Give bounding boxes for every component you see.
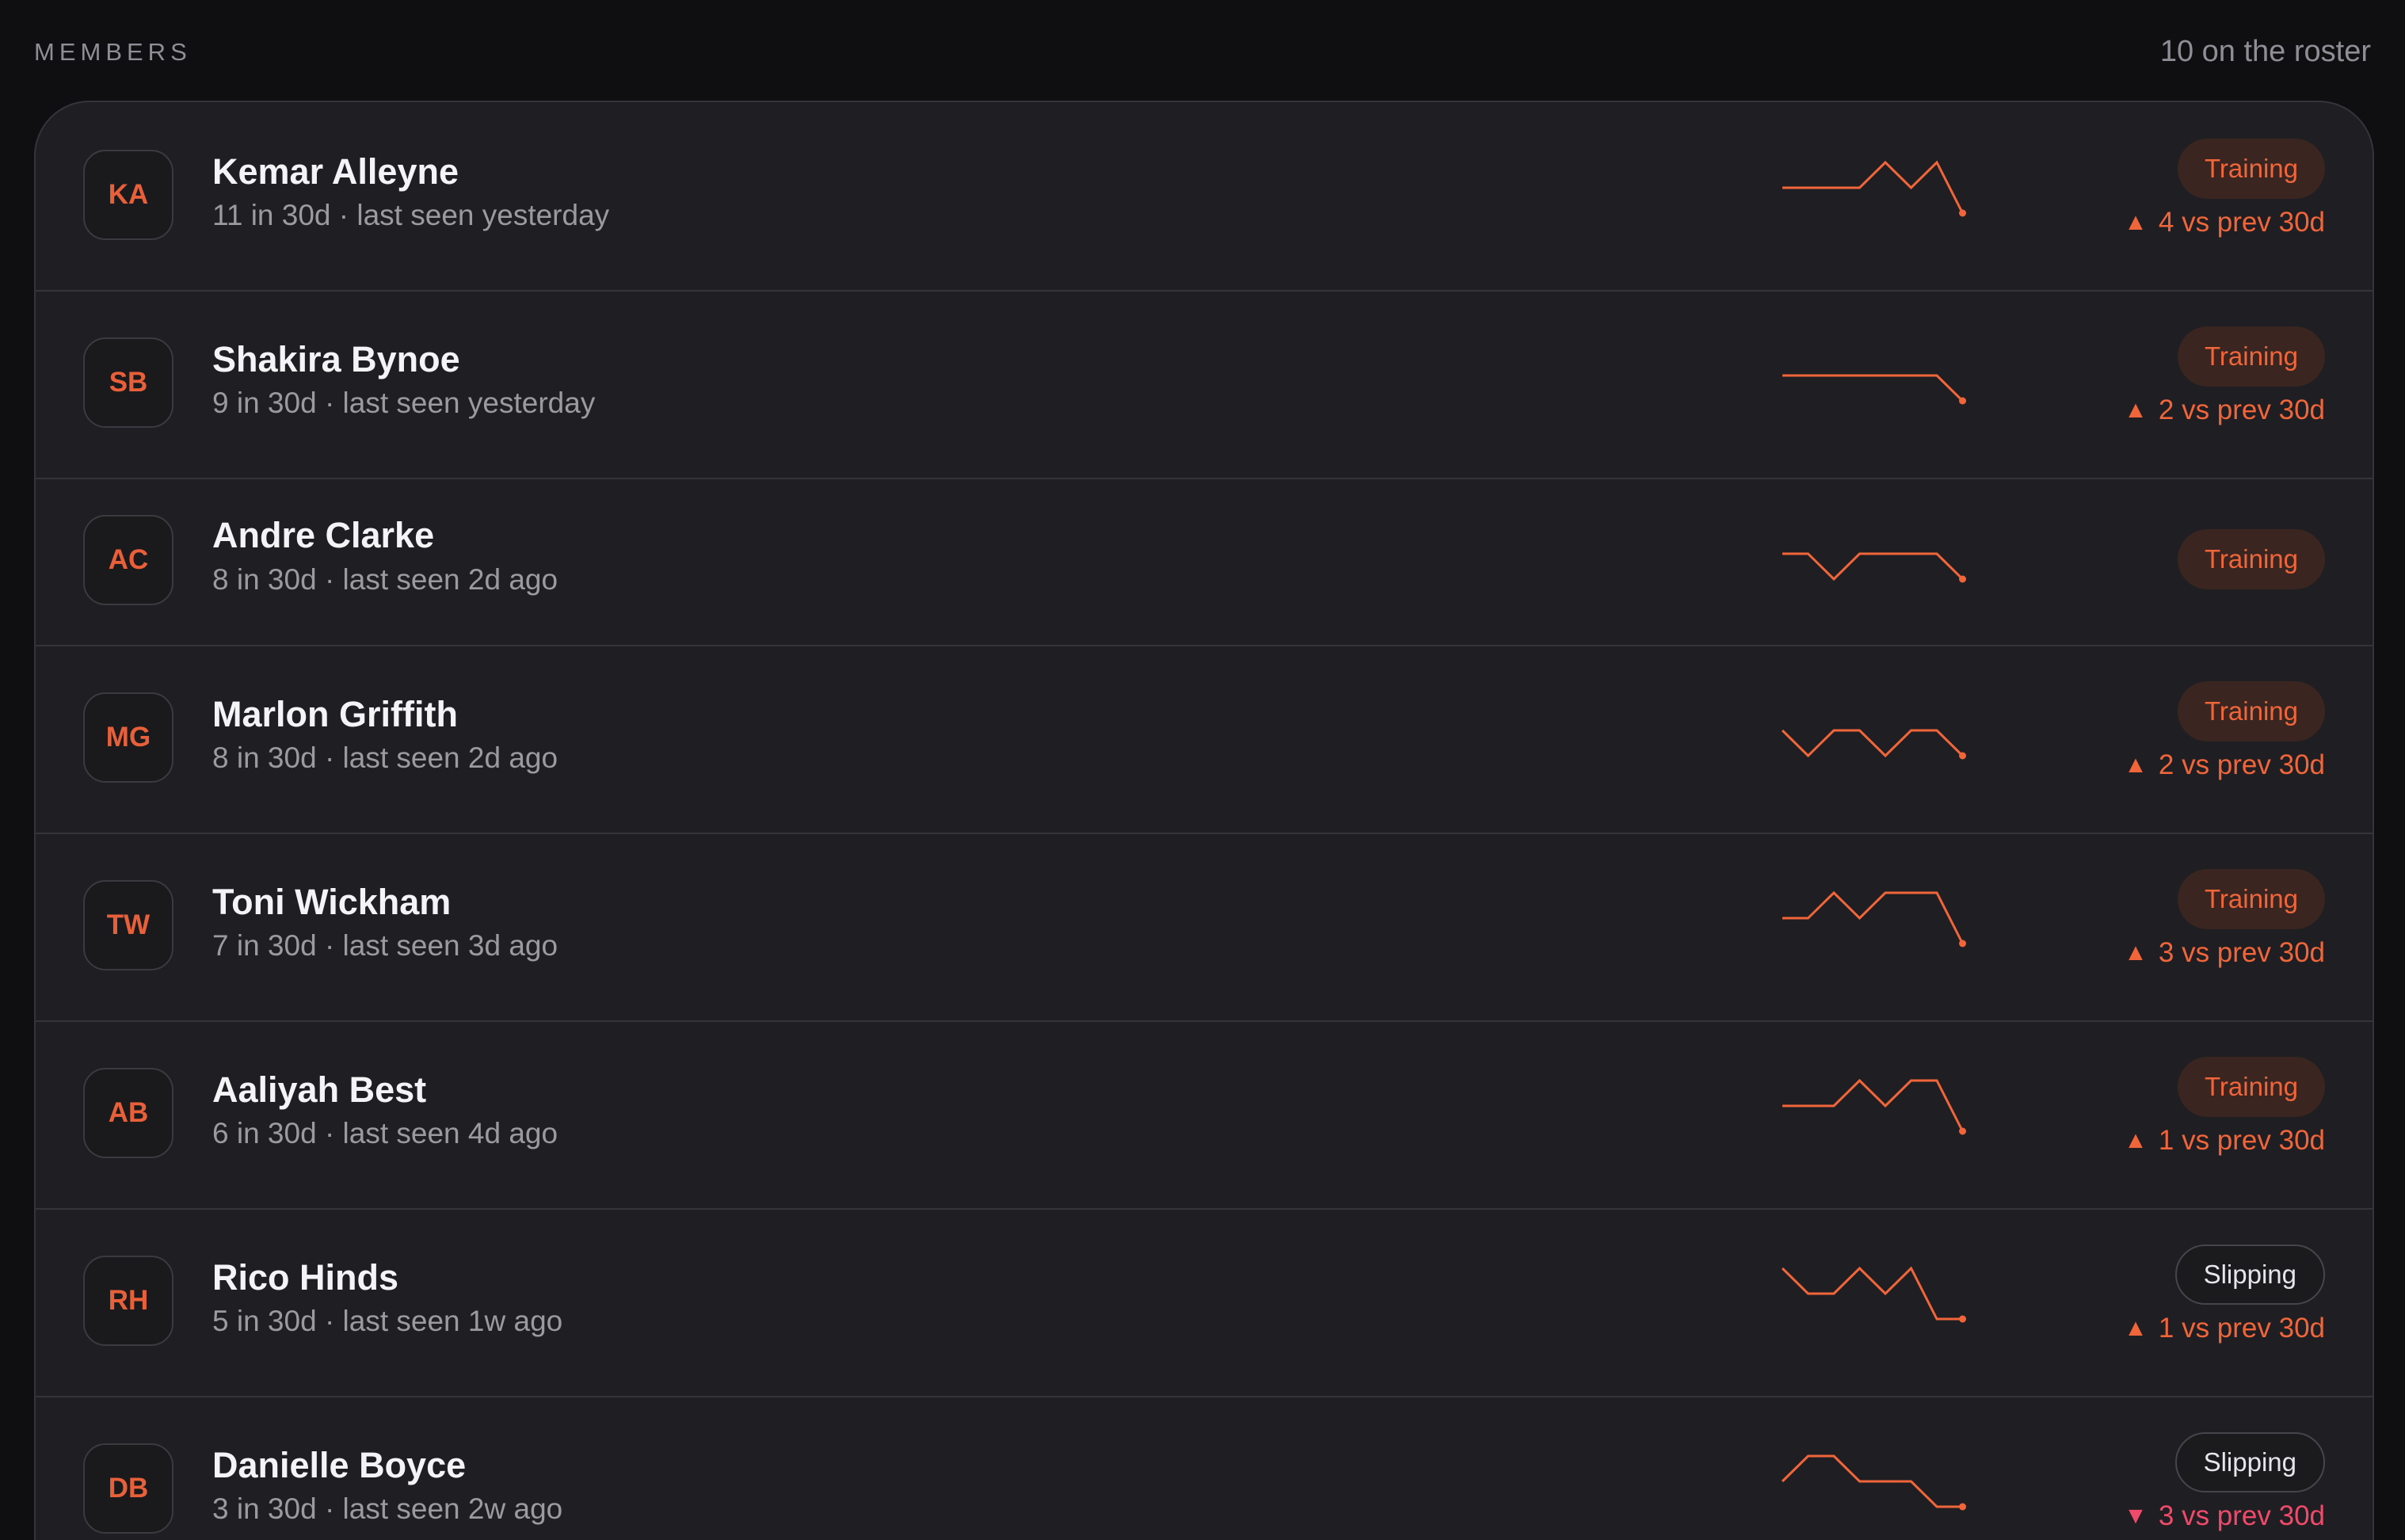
member-activity: 6 in 30d · last seen 4d ago xyxy=(212,1117,558,1149)
member-name[interactable]: Marlon Griffith xyxy=(212,694,458,735)
delta-text: 1 vs prev 30d xyxy=(2158,1313,2325,1344)
members-list: KA Kemar Alleyne 11 in 30d · last seen yes… xyxy=(34,101,2374,1540)
triangle-down-icon: ▼ xyxy=(2124,1503,2148,1529)
trend-line xyxy=(1781,729,1964,758)
triangle-up-icon: ▲ xyxy=(2124,752,2148,778)
member-row[interactable]: KA Kemar Alleyne 11 in 30d · last seen yes… xyxy=(36,102,2373,292)
delta-indicator: ▲ 1 vs prev 30d xyxy=(2124,1125,2325,1157)
member-activity: 8 in 30d · last seen 2d ago xyxy=(212,563,558,596)
member-activity: 8 in 30d · last seen 2d ago xyxy=(212,741,558,774)
member-row[interactable]: AB Aaliyah Best 6 in 30d · last seen 4d ag… xyxy=(36,1020,2373,1210)
member-activity: 9 in 30d · last seen yesterday xyxy=(212,387,596,419)
section-label: MEMBERS xyxy=(34,38,192,66)
triangle-up-icon: ▲ xyxy=(2124,1315,2148,1341)
member-activity: 11 in 30d · last seen yesterday xyxy=(212,199,610,231)
delta-indicator: ▼ 3 vs prev 30d xyxy=(2124,1500,2325,1532)
member-name[interactable]: Shakira Bynoe xyxy=(212,339,460,380)
member-row[interactable]: AC Andre Clarke 8 in 30d · last seen 2d ag… xyxy=(36,478,2373,646)
delta-indicator: ▲ 1 vs prev 30d xyxy=(2124,1313,2325,1344)
member-name[interactable]: Danielle Boyce xyxy=(212,1445,466,1486)
trend-sparkline xyxy=(1782,552,1966,583)
delta-text: 2 vs prev 30d xyxy=(2158,749,2325,780)
members-header: MEMBERS 10 on the roster xyxy=(34,35,2371,73)
member-row[interactable]: MG Marlon Griffith 8 in 30d · last seen 2d… xyxy=(36,645,2373,834)
avatar: AB xyxy=(83,1068,173,1158)
trend-line xyxy=(1782,552,1964,581)
delta-text: 3 vs prev 30d xyxy=(2158,1500,2325,1531)
member-row[interactable]: TW Toni Wickham 7 in 30d · last seen 3d ag… xyxy=(36,833,2373,1022)
trend-endpoint xyxy=(1959,752,1966,760)
avatar: SB xyxy=(83,337,173,428)
triangle-up-icon: ▲ xyxy=(2124,397,2148,423)
trend-sparkline xyxy=(1782,160,1966,217)
avatar: MG xyxy=(83,692,173,783)
trend-endpoint xyxy=(1959,1315,1966,1323)
member-row[interactable]: SB Shakira Bynoe 9 in 30d · last seen yest… xyxy=(36,290,2373,479)
avatar: TW xyxy=(83,880,173,970)
member-name[interactable]: Andre Clarke xyxy=(212,515,434,556)
member-name[interactable]: Rico Hinds xyxy=(212,1257,398,1298)
trend-line xyxy=(1782,374,1964,402)
delta-indicator: ▲ 3 vs prev 30d xyxy=(2124,937,2325,969)
delta-indicator: ▲ 2 vs prev 30d xyxy=(2124,395,2325,426)
trend-sparkline xyxy=(1781,1266,1966,1323)
member-activity: 7 in 30d · last seen 3d ago xyxy=(212,929,558,962)
member-name[interactable]: Aaliyah Best xyxy=(212,1069,426,1111)
delta-text: 3 vs prev 30d xyxy=(2158,937,2325,968)
members-page: MEMBERS 10 on the roster KA Kemar Alleyne… xyxy=(0,0,2405,1540)
triangle-up-icon: ▲ xyxy=(2124,1127,2148,1153)
delta-indicator: ▲ 4 vs prev 30d xyxy=(2124,207,2325,238)
roster-count: 10 on the roster xyxy=(2159,35,2371,68)
trend-line xyxy=(1782,890,1964,944)
member-row[interactable]: RH Rico Hinds 5 in 30d · last seen 1w ago S… xyxy=(36,1208,2373,1397)
member-activity: 3 in 30d · last seen 2w ago xyxy=(212,1492,563,1525)
status-badge: Training xyxy=(2178,1057,2325,1117)
triangle-up-icon: ▲ xyxy=(2124,209,2148,235)
trend-endpoint xyxy=(1959,940,1966,947)
status-badge: Training xyxy=(2178,139,2325,199)
delta-text: 2 vs prev 30d xyxy=(2158,395,2325,425)
delta-indicator: ▲ 2 vs prev 30d xyxy=(2124,749,2325,781)
member-activity: 5 in 30d · last seen 1w ago xyxy=(212,1305,563,1337)
triangle-up-icon: ▲ xyxy=(2124,940,2148,966)
trend-endpoint xyxy=(1959,1127,1966,1135)
trend-sparkline xyxy=(1782,374,1966,405)
status-badge: Training xyxy=(2178,529,2325,589)
trend-endpoint xyxy=(1959,397,1966,405)
trend-line xyxy=(1782,1078,1964,1132)
member-name[interactable]: Kemar Alleyne xyxy=(212,151,459,192)
delta-text: 4 vs prev 30d xyxy=(2158,207,2325,238)
status-badge: Training xyxy=(2178,326,2325,387)
trend-sparkline xyxy=(1781,1454,1966,1511)
trend-sparkline xyxy=(1782,1078,1966,1135)
trend-sparkline xyxy=(1782,890,1966,947)
trend-endpoint xyxy=(1959,209,1966,217)
avatar: AC xyxy=(83,515,173,605)
trend-line xyxy=(1781,1266,1963,1321)
status-badge: Training xyxy=(2178,681,2325,741)
member-row[interactable]: DB Danielle Boyce 3 in 30d · last seen 2w … xyxy=(36,1396,2373,1540)
trend-endpoint xyxy=(1959,575,1966,583)
trend-sparkline xyxy=(1781,729,1966,760)
member-name[interactable]: Toni Wickham xyxy=(212,882,451,923)
status-badge: Slipping xyxy=(2174,1432,2325,1492)
avatar: KA xyxy=(83,150,173,240)
avatar: RH xyxy=(83,1256,173,1346)
trend-line xyxy=(1782,160,1964,214)
trend-endpoint xyxy=(1959,1503,1966,1511)
trend-line xyxy=(1781,1454,1963,1508)
avatar: DB xyxy=(83,1443,173,1534)
status-badge: Training xyxy=(2178,869,2325,929)
delta-text: 1 vs prev 30d xyxy=(2158,1125,2325,1156)
status-badge: Slipping xyxy=(2174,1245,2325,1305)
